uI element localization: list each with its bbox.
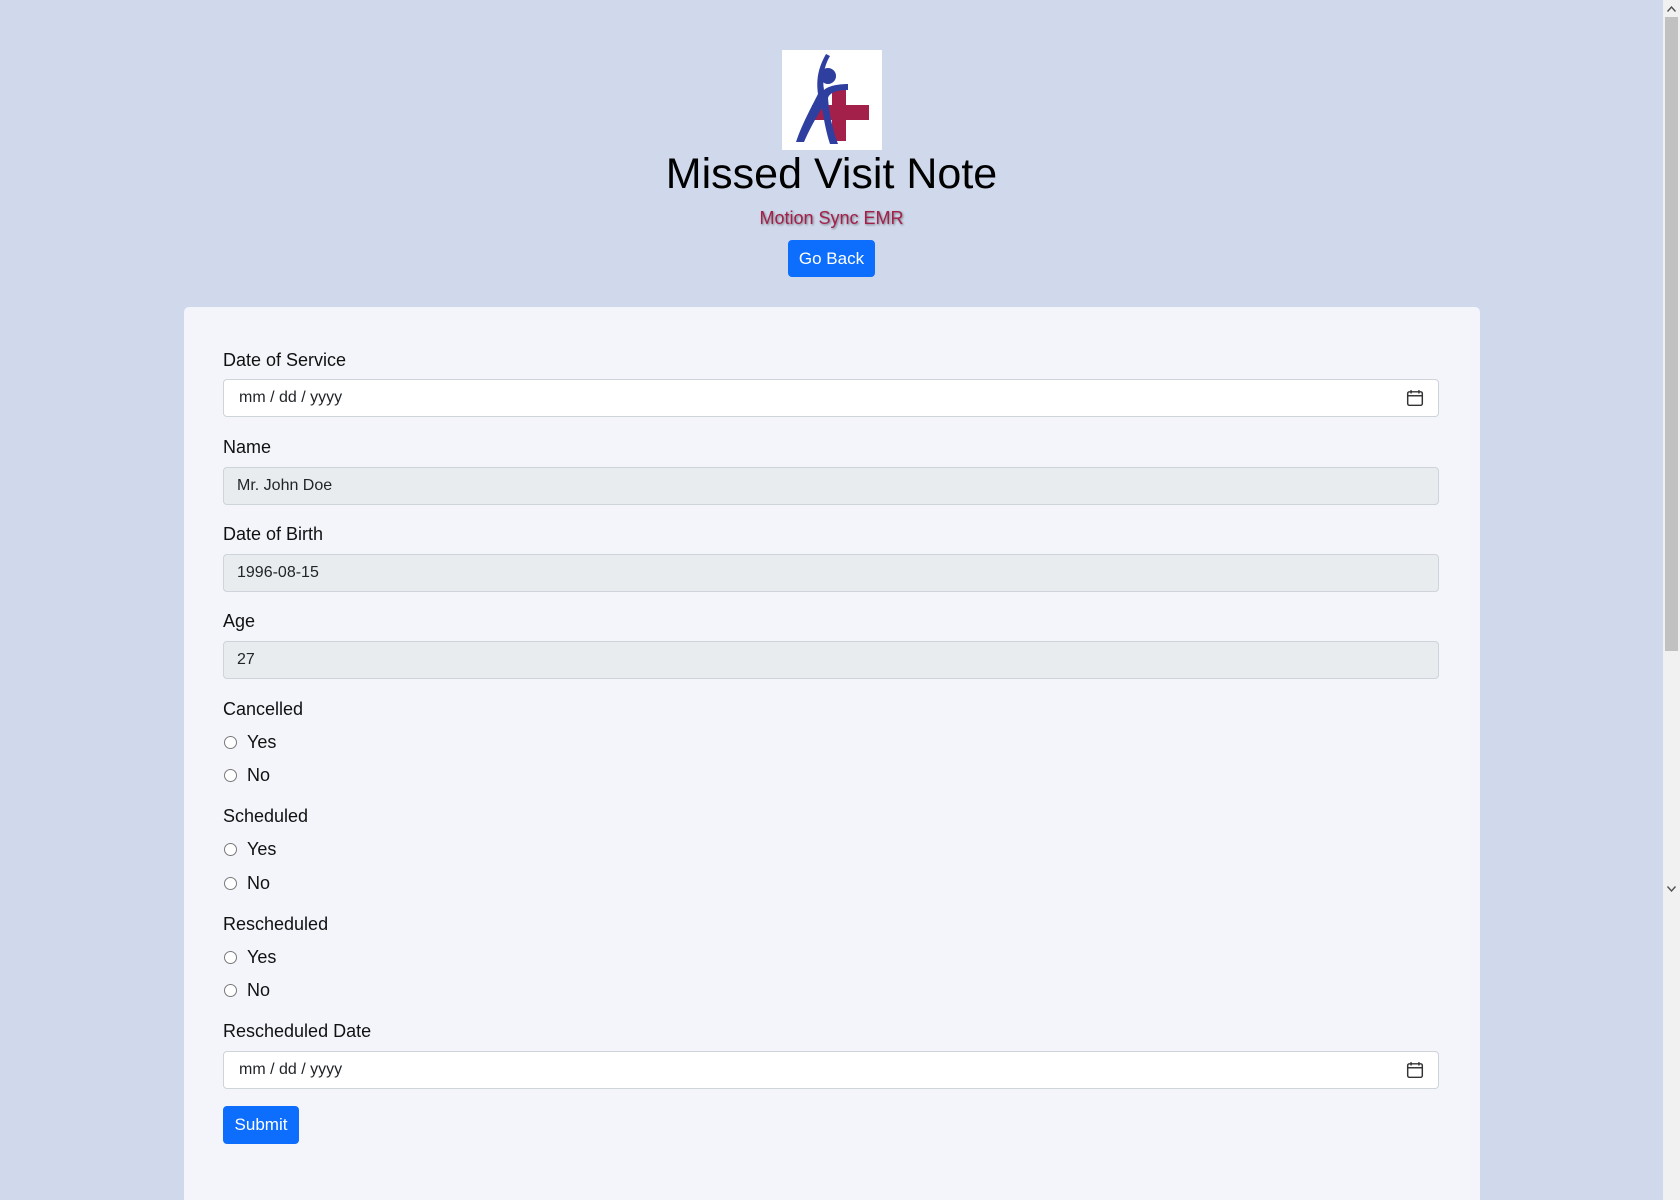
rescheduled-yes-radio[interactable] [224, 950, 237, 964]
app-logo [782, 50, 882, 150]
scheduled-no-radio[interactable] [224, 876, 237, 890]
calendar-icon[interactable] [1406, 1061, 1424, 1079]
scrollbar-thumb[interactable] [1665, 17, 1678, 651]
cancelled-label: Cancelled [223, 699, 304, 719]
date-of-service-value: mm / dd / yyyy [239, 389, 343, 406]
rescheduled-date-label: Rescheduled Date [223, 1021, 372, 1041]
rescheduled-yes-label: Yes [247, 947, 277, 967]
app-name-subtitle: Motion Sync EMR [759, 208, 904, 228]
go-back-button[interactable]: Go Back [788, 240, 875, 277]
date-of-service-label: Date of Service [223, 350, 347, 370]
page: Missed Visit Note Motion Sync EMR Go Bac… [0, 0, 1663, 1200]
cancelled-yes-radio[interactable] [224, 735, 237, 749]
cancelled-yes-label: Yes [247, 732, 277, 752]
scheduled-yes-radio[interactable] [224, 842, 237, 856]
date-of-service-input[interactable]: mm / dd / yyyy [223, 379, 1439, 417]
logo-figure-cross-icon [782, 50, 882, 150]
vertical-scrollbar[interactable] [1663, 0, 1680, 1200]
rescheduled-no-radio[interactable] [224, 983, 237, 997]
scheduled-no-option[interactable]: No [223, 871, 270, 895]
scheduled-yes-option[interactable]: Yes [223, 837, 276, 861]
missed-visit-form: Date of Service mm / dd / yyyy Name Mr. … [184, 307, 1480, 1200]
scheduled-yes-label: Yes [247, 839, 277, 859]
scroll-down-arrow-icon[interactable] [1663, 880, 1680, 897]
cancelled-no-label: No [247, 765, 271, 785]
rescheduled-no-label: No [247, 980, 271, 1000]
cancelled-yes-option[interactable]: Yes [223, 730, 276, 754]
scheduled-label: Scheduled [223, 806, 309, 826]
submit-button[interactable]: Submit [223, 1106, 299, 1144]
scroll-up-arrow-icon[interactable] [1663, 0, 1680, 17]
cancelled-no-radio[interactable] [224, 768, 237, 782]
rescheduled-label: Rescheduled [223, 914, 329, 934]
calendar-icon[interactable] [1406, 389, 1424, 407]
age-input: 27 [223, 641, 1439, 679]
rescheduled-date-value: mm / dd / yyyy [239, 1061, 343, 1078]
page-title: Missed Visit Note [665, 150, 998, 198]
age-label: Age [223, 611, 256, 631]
date-of-birth-label: Date of Birth [223, 524, 324, 544]
date-of-birth-input: 1996-08-15 [223, 554, 1439, 592]
rescheduled-yes-option[interactable]: Yes [223, 945, 276, 969]
rescheduled-date-input[interactable]: mm / dd / yyyy [223, 1051, 1439, 1089]
name-label: Name [223, 437, 272, 457]
cancelled-no-option[interactable]: No [223, 763, 270, 787]
name-input: Mr. John Doe [223, 467, 1439, 505]
scheduled-no-label: No [247, 873, 271, 893]
rescheduled-no-option[interactable]: No [223, 978, 270, 1002]
